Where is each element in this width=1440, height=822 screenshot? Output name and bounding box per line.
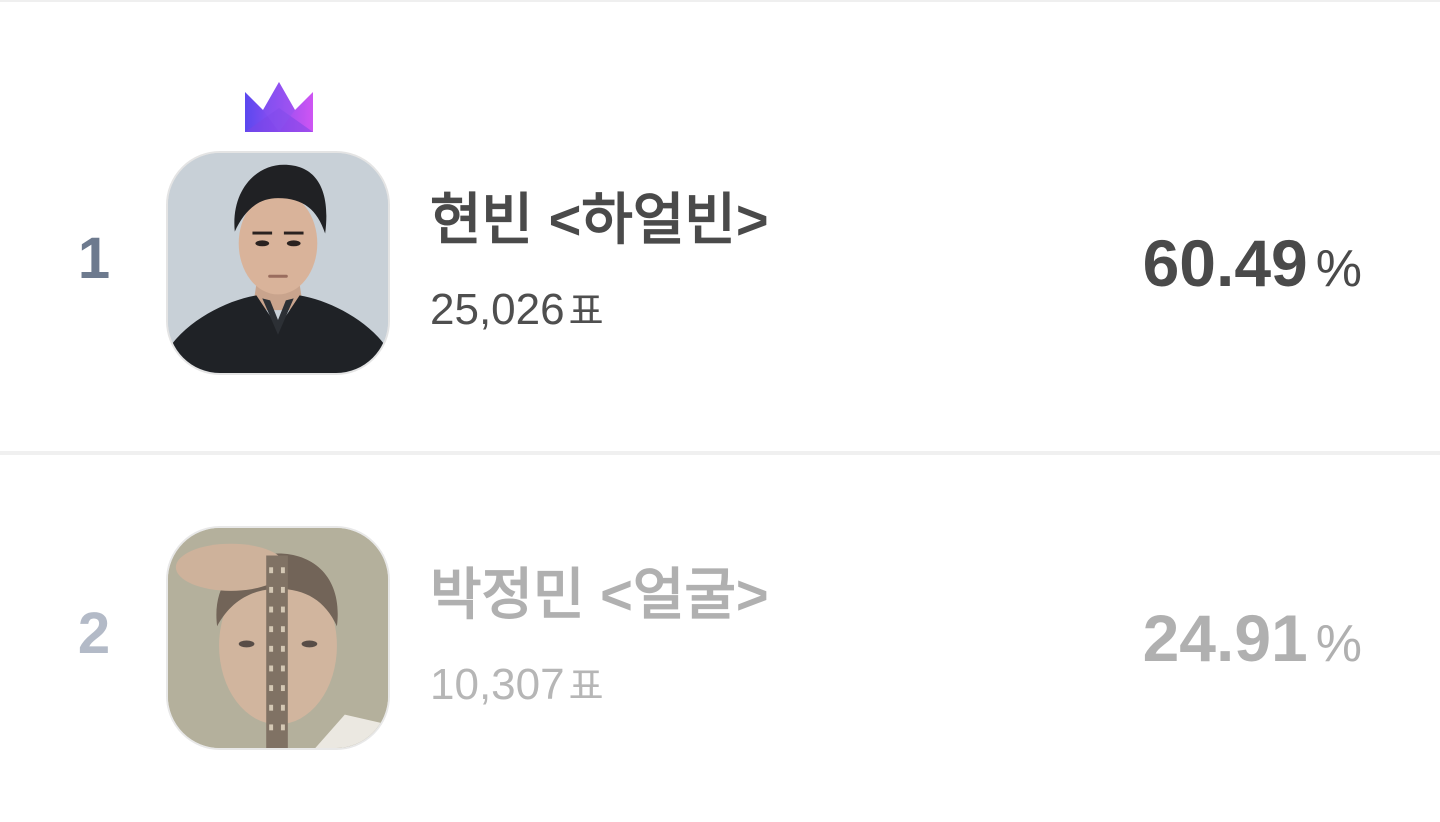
- vote-unit: 표: [568, 666, 604, 708]
- vote-count: 10,307 표: [430, 663, 604, 707]
- percent-sign: %: [1315, 615, 1362, 673]
- percent-value: 24.91: [1142, 601, 1308, 675]
- vote-percent: 60.49%: [1143, 230, 1362, 296]
- actor-photo-parkjungmin: [166, 526, 390, 750]
- ranking-row-2[interactable]: 2 박정민 <얼굴> 10,307 표 24.91 %: [0, 455, 1440, 755]
- ranking-row-1[interactable]: 1 현빈 <하얼빈> 25,026 표 60.49 %: [0, 80, 1440, 380]
- candidate-name: 현빈 <하얼빈>: [430, 188, 769, 251]
- actor-photo-hyunbin: [166, 151, 390, 375]
- vote-count: 25,026 표: [430, 288, 604, 332]
- crown-icon: [243, 80, 315, 136]
- percent-value: 60.49: [1142, 226, 1308, 300]
- vote-unit: 표: [568, 291, 604, 333]
- vote-ranking-page: 1 현빈 <하얼빈> 25,026 표 60.49 % 2 박정민 <얼굴> 1…: [0, 0, 1440, 822]
- candidate-name: 박정민 <얼굴>: [430, 563, 769, 626]
- top-divider: [0, 0, 1440, 2]
- vote-number: 25,026: [430, 285, 565, 334]
- vote-percent: 24.91%: [1143, 605, 1362, 671]
- percent-sign: %: [1315, 240, 1362, 298]
- rank-number: 1: [77, 226, 111, 291]
- vote-number: 10,307: [430, 660, 565, 709]
- rank-number: 2: [77, 601, 111, 666]
